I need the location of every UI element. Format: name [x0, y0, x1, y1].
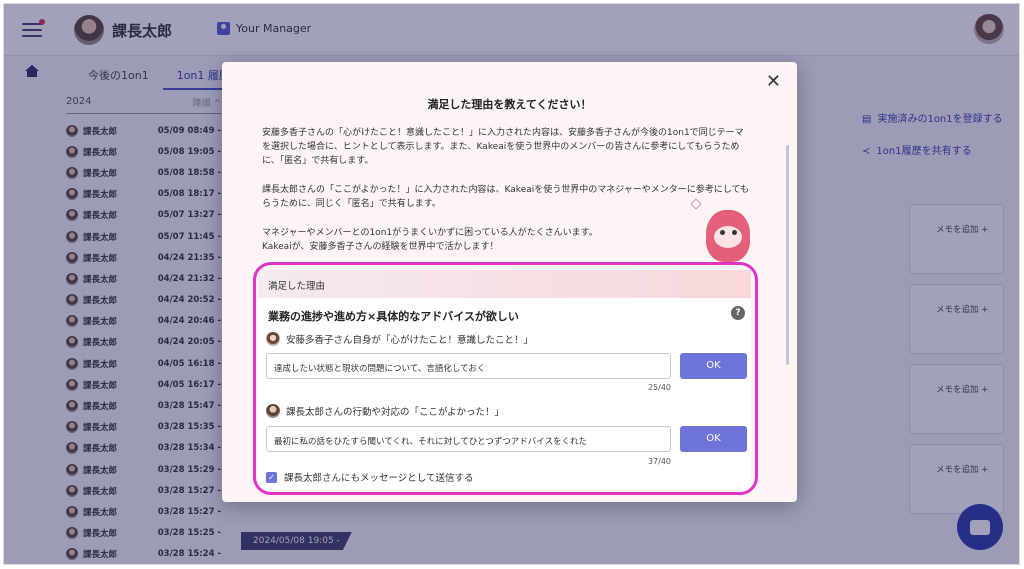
question-2: 課長太郎さんの行動や対応の「ここがよかった！」 — [266, 404, 504, 418]
question-2-label: 課長太郎さんの行動や対応の「ここがよかった！」 — [286, 407, 505, 418]
char-count-1: 25/40 — [647, 383, 671, 392]
section-header: 満足した理由 — [258, 270, 751, 298]
avatar — [266, 332, 280, 346]
question-1-label: 安藤多香子さん自身が「心がけたこと！意識したこと！」 — [286, 335, 534, 346]
mascot-illustration — [690, 198, 762, 272]
answer-1-input[interactable]: 達成したい状態と現状の問題について、言語化しておく — [266, 353, 671, 379]
send-message-checkbox[interactable]: ✓ 課長太郎さんにもメッセージとして送信する — [266, 470, 474, 484]
modal-paragraph-3: マネジャーやメンバーとの1on1がうまくいかずに困っている人がたくさんいます。 … — [262, 228, 598, 252]
ok-button-2[interactable]: OK — [680, 426, 747, 452]
section-title: 業務の進捗や進め方×具体的なアドバイスが欲しい — [268, 310, 519, 323]
reason-section: 満足した理由 業務の進捗や進め方×具体的なアドバイスが欲しい ? 安藤多香子さん… — [258, 270, 751, 492]
question-1: 安藤多香子さん自身が「心がけたこと！意識したこと！」 — [266, 332, 533, 346]
avatar — [266, 404, 280, 418]
help-icon[interactable]: ? — [731, 306, 745, 320]
checkbox-label: 課長太郎さんにもメッセージとして送信する — [284, 473, 474, 484]
modal-paragraph-1: 安藤多香子さんの「心がけたこと！意識したこと！」に入力された内容は、安藤多香子さ… — [262, 128, 744, 166]
close-icon[interactable]: ✕ — [766, 71, 781, 92]
char-count-2: 37/40 — [647, 457, 671, 466]
answer-2-input[interactable]: 最初に私の話をひたすら聞いてくれ、それに対してひとつずつアドバイスをくれた — [266, 426, 671, 452]
modal-paragraph-2: 課長太郎さんの「ここがよかった！」に入力された内容は、Kakeaiを使う世界中の… — [262, 185, 750, 209]
checkbox-checked-icon[interactable]: ✓ — [266, 471, 277, 483]
ok-button-1[interactable]: OK — [680, 353, 747, 379]
modal-scrollbar[interactable] — [786, 145, 789, 365]
modal-title: 満足した理由を教えてください！ — [427, 98, 592, 111]
